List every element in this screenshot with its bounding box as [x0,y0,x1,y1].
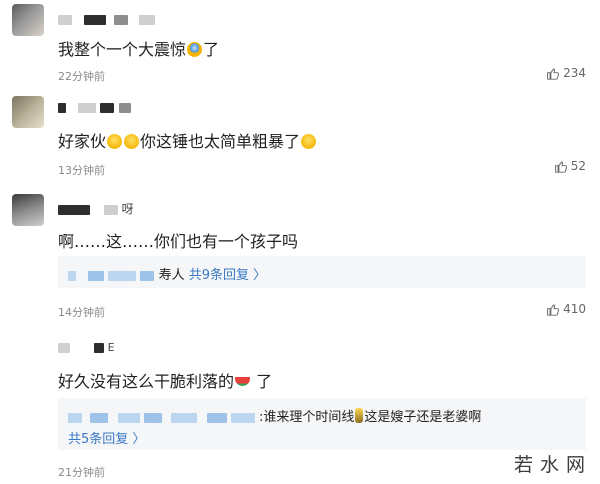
comment-text: 好家伙 你这锤也太简单粗暴了 [58,128,317,152]
thumbs-up-icon [547,304,560,316]
like-button[interactable]: 234 [546,66,586,80]
comment-time: 22分钟前 [58,70,105,83]
username-blurred[interactable] [58,100,132,114]
avatar[interactable] [12,96,44,128]
username-blurred[interactable] [58,12,156,26]
avatar[interactable] [12,194,44,226]
comment-time: 13分钟前 [58,164,105,177]
laughing-face-icon [107,134,123,149]
reply-preview-box[interactable]: :谁来理个时间线 这是嫂子还是老婆啊 共5条回复 〉 [58,398,586,450]
shocked-face-icon [187,42,203,57]
comment-time: 21分钟前 [58,466,105,479]
comment-text: 我整个一个大震惊了 [58,40,220,59]
like-button[interactable]: 52 [554,159,586,173]
avatar[interactable] [12,4,44,36]
reply-text: :谁来理个时间线 这是嫂子还是老婆啊 [258,408,482,425]
like-count: 234 [563,66,586,80]
laughing-face-icon [301,134,317,149]
watermelon-icon [235,377,251,386]
view-replies-link[interactable]: 共9条回复 〉 [189,268,266,283]
reply-preview-box[interactable]: 寿人 共9条回复 〉 [58,256,586,288]
username-suffix: E [107,341,115,354]
comment-time: 14分钟前 [58,306,105,319]
username-blurred[interactable]: E [58,340,115,354]
like-count: 410 [563,302,586,316]
laughing-face-icon [124,134,140,149]
thumbs-up-icon [547,68,560,80]
comment-text: 好久没有这么干脆利落的 了 [58,372,273,391]
reply-partial-text: 寿人 [158,268,185,283]
username-suffix: 呀 [121,202,134,216]
reply-preview-line: 寿人 共9条回复 〉 [68,264,266,283]
reply-preview-line: :谁来理个时间线 这是嫂子还是老婆啊 [68,406,481,425]
like-button[interactable]: 410 [546,302,586,316]
avatar[interactable] [12,334,44,366]
figure-icon [355,408,364,423]
view-replies-link[interactable]: 共5条回复 〉 [68,428,145,447]
thumbs-up-icon [554,161,567,173]
watermark: 若水网 [513,454,592,476]
comment-text: 啊……这……你们也有一个孩子吗 [58,232,299,251]
like-count: 52 [570,159,586,173]
username-blurred[interactable]: 呀 [58,200,134,217]
